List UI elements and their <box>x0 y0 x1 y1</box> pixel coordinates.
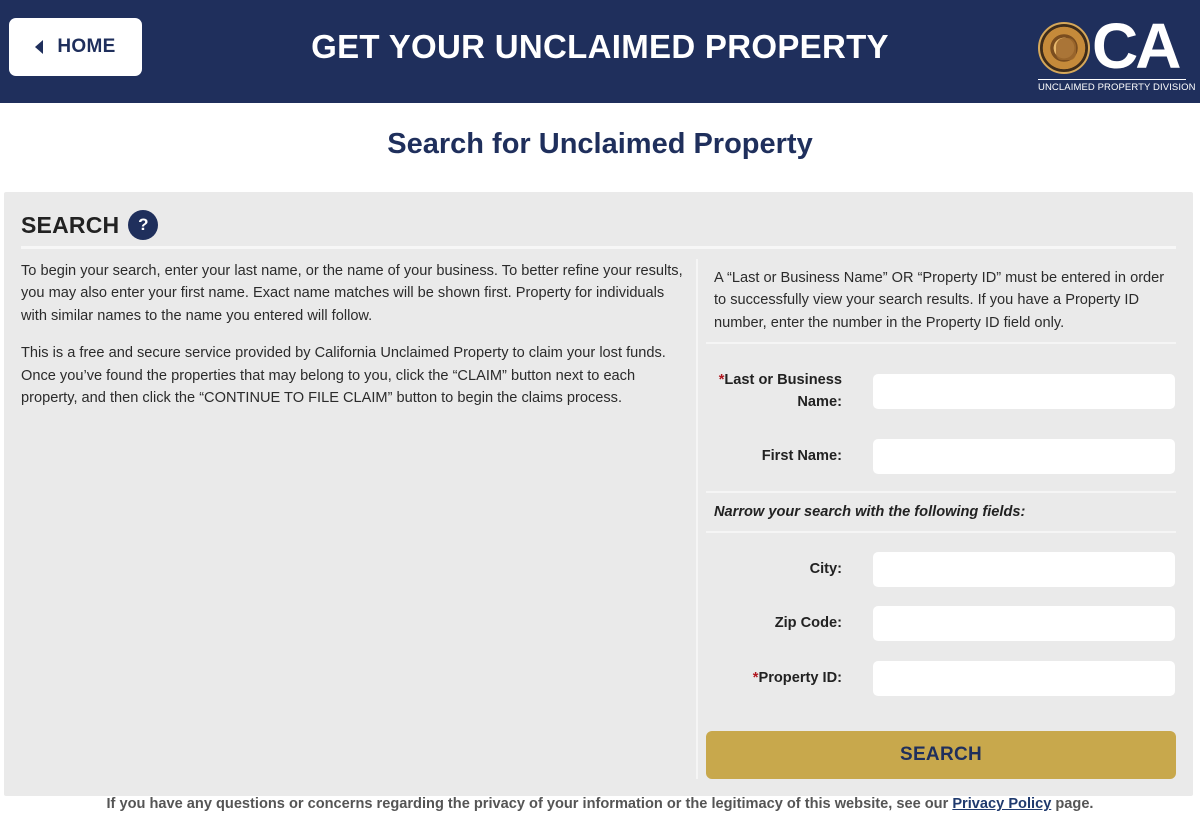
home-button[interactable]: HOME <box>9 18 142 76</box>
section-divider <box>21 246 1176 249</box>
search-instructions: To begin your search, enter your last na… <box>21 260 686 424</box>
page-title: Search for Unclaimed Property <box>387 128 813 160</box>
narrow-bottom-divider <box>706 531 1176 533</box>
search-section-header: SEARCH ? <box>21 210 159 240</box>
search-button[interactable]: SEARCH <box>706 731 1176 779</box>
instructions-paragraph-1: To begin your search, enter your last na… <box>21 263 683 324</box>
first-name-label: First Name: <box>761 448 842 464</box>
notice-divider <box>706 342 1176 344</box>
privacy-policy-link[interactable]: Privacy Policy <box>952 796 1051 812</box>
narrow-top-divider <box>706 491 1176 493</box>
oca-logo[interactable]: CA UNCLAIMED PROPERTY DIVISION <box>1036 12 1196 96</box>
search-panel: SEARCH ? To begin your search, enter you… <box>4 192 1193 796</box>
city-label: City: <box>809 561 842 577</box>
top-bar: HOME GET YOUR UNCLAIMED PROPERTY CA UNCL… <box>0 0 1200 103</box>
last-name-label: *Last or Business Name: <box>718 372 842 410</box>
logo-divider <box>1038 79 1186 80</box>
property-id-input[interactable] <box>873 661 1175 696</box>
help-icon[interactable]: ? <box>128 210 159 240</box>
privacy-footer: If you have any questions or concerns re… <box>0 796 1200 812</box>
search-section-label: SEARCH <box>21 211 120 238</box>
logo-division-text: UNCLAIMED PROPERTY DIVISION <box>1038 82 1196 93</box>
column-divider <box>696 259 698 779</box>
footer-text: If you have any questions or concerns re… <box>106 796 949 812</box>
city-input[interactable] <box>873 552 1175 587</box>
zip-code-input[interactable] <box>873 606 1175 641</box>
instructions-paragraph-2: This is a free and secure service provid… <box>21 345 666 407</box>
last-name-input[interactable] <box>873 374 1175 409</box>
state-seal-icon <box>1038 22 1090 74</box>
property-id-label: *Property ID: <box>752 670 842 686</box>
search-requirement-notice: A “Last or Business Name” OR “Property I… <box>714 270 1165 331</box>
home-button-label: HOME <box>57 36 116 57</box>
footer-text-end: page. <box>1055 796 1094 812</box>
logo-letters: CA <box>1092 10 1181 82</box>
first-name-input[interactable] <box>873 439 1175 474</box>
site-title: GET YOUR UNCLAIMED PROPERTY <box>311 28 889 65</box>
chevron-left-icon <box>35 40 44 54</box>
narrow-search-heading: Narrow your search with the following fi… <box>714 504 1026 520</box>
zip-code-label: Zip Code: <box>774 615 842 631</box>
